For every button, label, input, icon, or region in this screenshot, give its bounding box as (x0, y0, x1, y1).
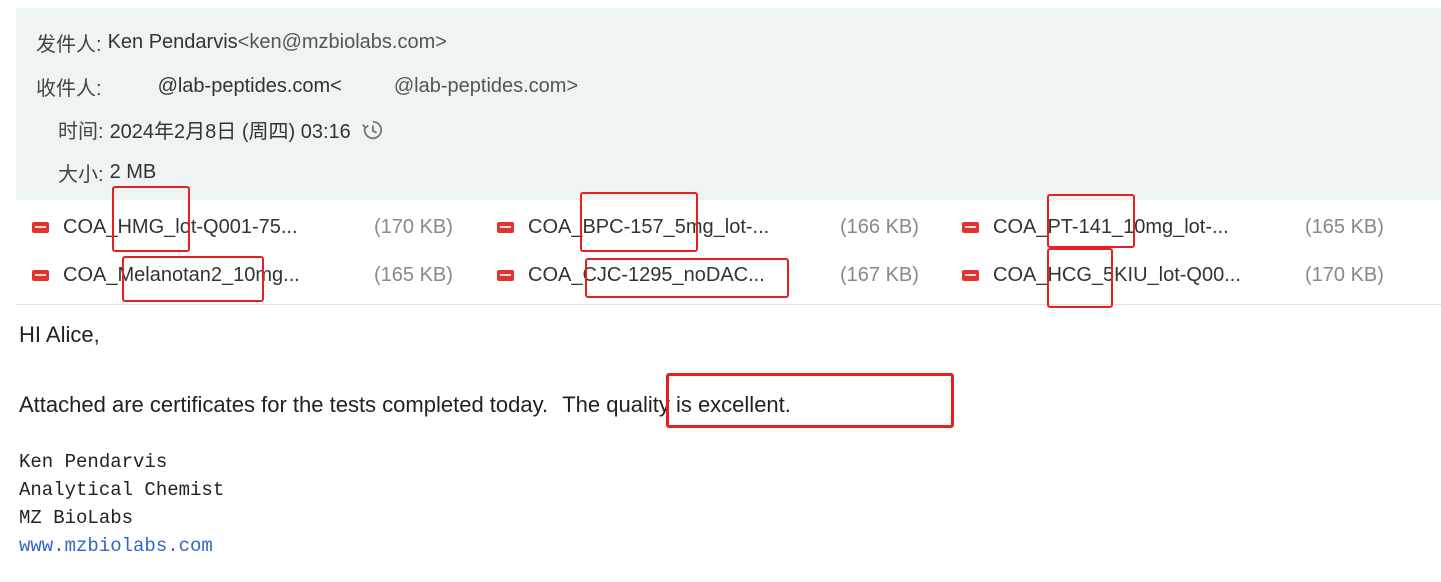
size-row: 大小: 2 MB (58, 158, 156, 187)
from-label: 发件人: (36, 34, 102, 56)
attachment-prefix: COA_ (528, 216, 583, 238)
highlight-box (112, 186, 190, 252)
size-label: 大小: (58, 164, 104, 186)
pdf-icon (962, 222, 979, 233)
attachment-size-text: (165 KB) (1305, 216, 1384, 238)
signature-name: Ken Pendarvis (19, 451, 168, 473)
attachment-suffix: _5KIU_lot-Q00... (1091, 264, 1241, 286)
from-name[interactable]: Ken Pendarvis (108, 31, 238, 54)
body-line-text: Attached are certificates for the tests … (19, 392, 549, 417)
from-email[interactable]: <ken@mzbiolabs.com> (238, 31, 447, 54)
attachment-prefix: COA_ (63, 216, 118, 238)
attachment-size-text: (170 KB) (374, 216, 453, 238)
attachment-size-text: (167 KB) (840, 264, 919, 286)
to-row: 收件人: @lab-peptides.com< @lab-peptides.co… (36, 72, 578, 101)
attachment-size-text: (170 KB) (1305, 264, 1384, 286)
pdf-icon (32, 222, 49, 233)
pdf-icon (962, 270, 979, 281)
time-value: 2024年2月8日 (周四) 03:16 (109, 121, 351, 143)
signature: Ken Pendarvis Analytical Chemist MZ BioL… (19, 448, 224, 560)
highlight-box (1047, 248, 1113, 308)
attachment-size: (170 KB) (1305, 264, 1384, 287)
redacted-area (101, 77, 158, 96)
to-name[interactable]: @lab-peptides.com< (158, 75, 342, 98)
attachment-size: (166 KB) (840, 216, 919, 239)
attachment-size: (165 KB) (374, 264, 453, 287)
time-row: 时间: 2024年2月8日 (周四) 03:16 (58, 115, 383, 144)
signature-company: MZ BioLabs (19, 507, 134, 529)
attachment-prefix: COA_ (993, 264, 1048, 286)
time-label: 时间: (58, 121, 104, 143)
attachment-size-text: (166 KB) (840, 216, 919, 238)
redacted-area (341, 77, 394, 96)
history-icon[interactable] (361, 119, 383, 141)
size-value: 2 MB (109, 161, 157, 183)
to-label: 收件人: (36, 78, 102, 100)
greeting: HI Alice, (19, 322, 100, 347)
attachment-prefix: COA_ (993, 216, 1048, 238)
to-email[interactable]: @lab-peptides.com> (394, 75, 578, 98)
highlight-box (122, 256, 264, 302)
attachment-size-text: (165 KB) (374, 264, 453, 286)
signature-link[interactable]: www.mzbiolabs.com (19, 532, 224, 560)
pdf-icon (497, 270, 514, 281)
attachment-prefix: COA_ (528, 264, 583, 286)
signature-title: Analytical Chemist (19, 479, 225, 501)
attachment-size: (167 KB) (840, 264, 919, 287)
highlight-box (1047, 194, 1135, 248)
attachment-size: (170 KB) (374, 216, 453, 239)
pdf-icon (32, 270, 49, 281)
from-row: 发件人: Ken Pendarvis <ken@mzbiolabs.com> (36, 28, 447, 57)
highlight-box (585, 258, 789, 298)
pdf-icon (497, 222, 514, 233)
highlight-box (580, 192, 698, 252)
attachment-size: (165 KB) (1305, 216, 1384, 239)
attachment-prefix: COA_ (63, 264, 118, 286)
quality-highlight-box (666, 373, 954, 428)
